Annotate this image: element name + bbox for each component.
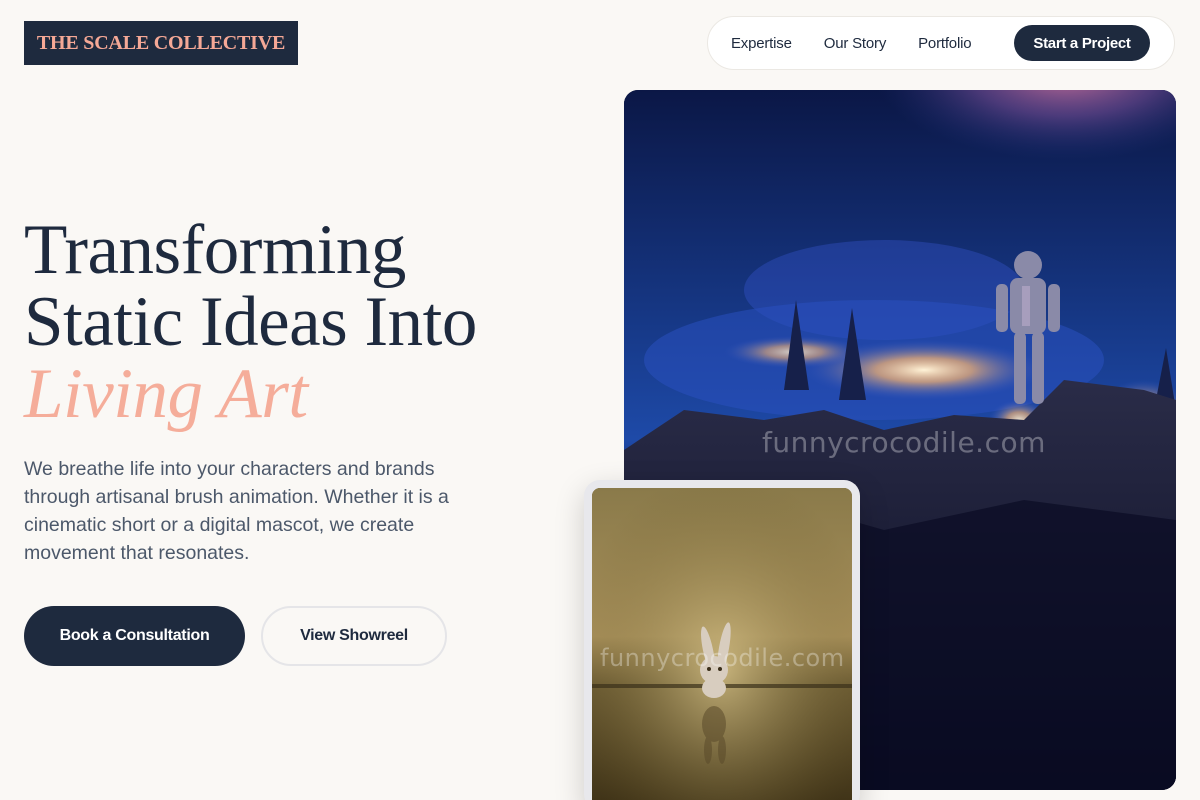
headline-line-2: Static Ideas Into	[24, 283, 477, 361]
nav-link-portfolio[interactable]: Portfolio	[918, 35, 971, 52]
featured-card[interactable]: funnycrocodile.com	[584, 480, 860, 800]
nav-link-expertise[interactable]: Expertise	[731, 35, 792, 52]
hero-headline: Transforming Static Ideas Into Living Ar…	[24, 214, 584, 430]
nav-link-our-story[interactable]: Our Story	[824, 35, 887, 52]
headline-accent: Living Art	[24, 355, 308, 433]
start-project-button[interactable]: Start a Project	[1014, 25, 1150, 61]
landing-page: THE SCALE COLLECTIVE Expertise Our Story…	[0, 0, 1200, 800]
headline-line-1: Transforming	[24, 211, 406, 289]
brand-logo[interactable]: THE SCALE COLLECTIVE	[24, 21, 298, 65]
featured-card-image: funnycrocodile.com	[592, 488, 852, 800]
card-image-watermark: funnycrocodile.com	[600, 644, 845, 672]
main-image-watermark: funnycrocodile.com	[762, 426, 1046, 459]
book-consultation-button[interactable]: Book a Consultation	[24, 606, 245, 666]
hero-lead-text: We breathe life into your characters and…	[24, 458, 449, 564]
main-nav: Expertise Our Story Portfolio Start a Pr…	[707, 16, 1175, 70]
view-showreel-button[interactable]: View Showreel	[261, 606, 447, 666]
